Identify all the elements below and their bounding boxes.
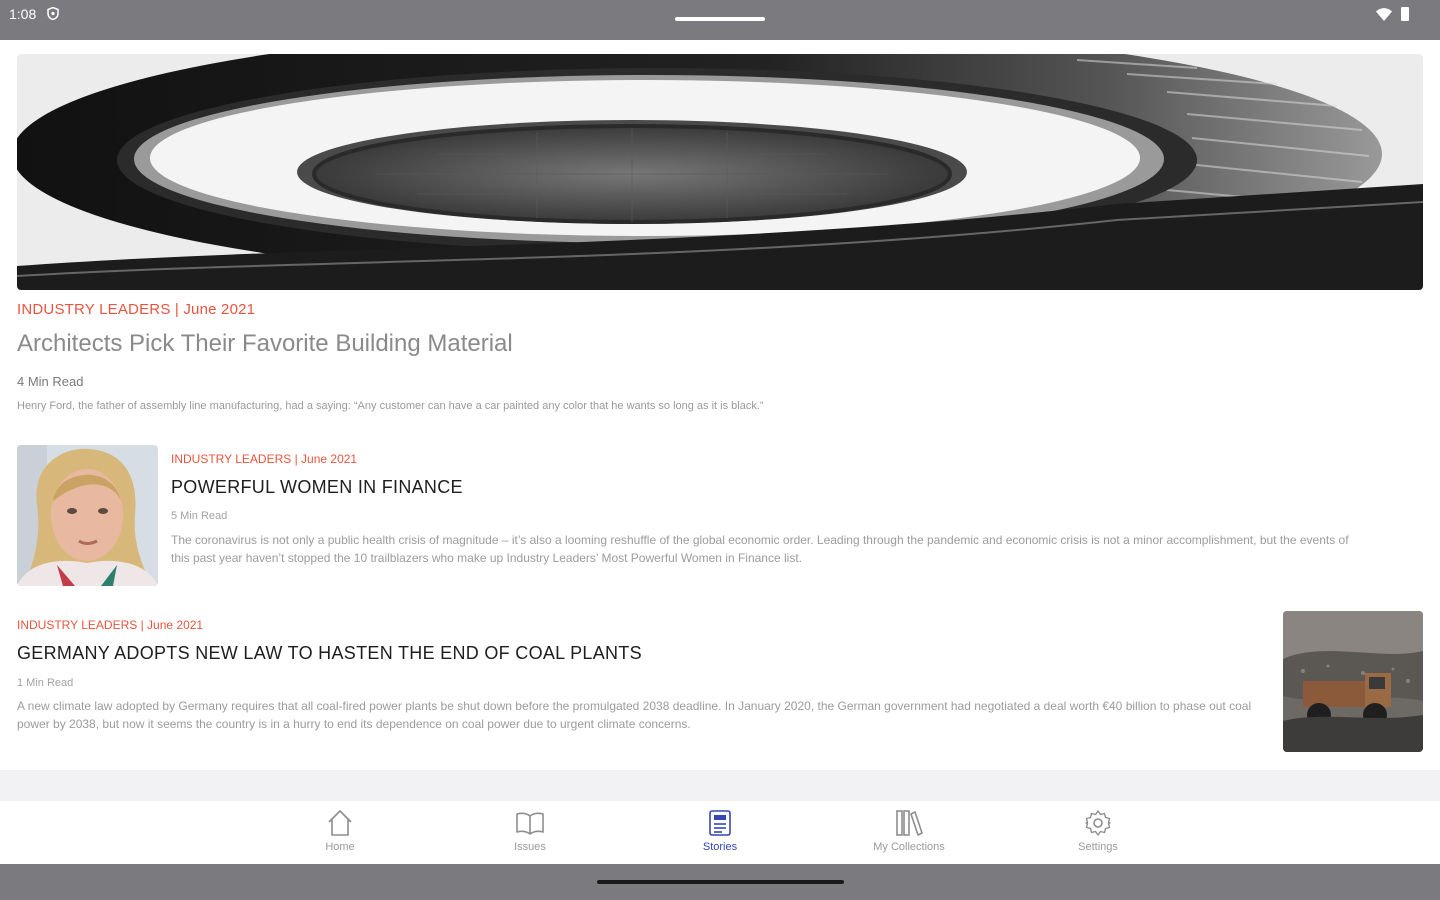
system-navigation-bar [0, 864, 1440, 900]
story-read-time: 5 Min Read [171, 510, 228, 522]
featured-story-title[interactable]: Architects Pick Their Favorite Building … [17, 330, 513, 358]
gesture-handle[interactable] [597, 880, 844, 884]
battery-icon [1401, 7, 1409, 21]
status-bar-handle [675, 17, 765, 21]
story-excerpt: The coronavirus is not only a public hea… [171, 533, 1349, 565]
featured-story-category: INDUSTRY LEADERS | June 2021 [17, 301, 256, 318]
shield-icon [47, 7, 59, 20]
tab-my-collections[interactable]: My Collections [829, 808, 989, 858]
status-bar: 1:08 [0, 0, 1440, 40]
wifi-icon [1376, 8, 1392, 21]
story-thumbnail-coal-truck[interactable] [1283, 611, 1423, 752]
tab-label: Stories [702, 841, 738, 853]
status-time: 1:08 [9, 6, 37, 22]
tab-label: Issues [514, 841, 546, 853]
featured-story-excerpt: Henry Ford, the father of assembly line … [17, 400, 764, 412]
feed-bottom-spacer [0, 770, 1440, 801]
story-title[interactable]: POWERFUL WOMEN IN FINANCE [171, 477, 463, 498]
story-excerpt: A new climate law adopted by Germany req… [17, 699, 1252, 731]
library-icon [896, 810, 923, 836]
bottom-tab-bar: Home Issues Stories My Collections Setti… [0, 801, 1440, 864]
stories-feed: INDUSTRY LEADERS | June 2021 Architects … [0, 40, 1440, 770]
story-thumbnail-portrait[interactable] [17, 445, 158, 586]
tab-label: Home [325, 841, 355, 853]
home-icon [328, 810, 352, 836]
story-read-time: 1 Min Read [17, 677, 74, 689]
document-icon [709, 810, 731, 836]
tab-stories[interactable]: Stories [640, 808, 800, 858]
story-title[interactable]: GERMANY ADOPTS NEW LAW TO HASTEN THE END… [17, 643, 642, 664]
tab-label: My Collections [873, 841, 945, 853]
tab-settings[interactable]: Settings [1018, 808, 1178, 858]
story-category: INDUSTRY LEADERS | June 2021 [171, 452, 358, 466]
tab-label: Settings [1078, 841, 1118, 853]
tab-issues[interactable]: Issues [450, 808, 610, 858]
tab-home[interactable]: Home [260, 808, 420, 858]
featured-story-read-time: 4 Min Read [17, 374, 84, 389]
book-icon [516, 812, 544, 835]
featured-story-image[interactable] [17, 54, 1423, 290]
story-category: INDUSTRY LEADERS | June 2021 [17, 618, 204, 632]
gear-icon [1085, 810, 1111, 836]
